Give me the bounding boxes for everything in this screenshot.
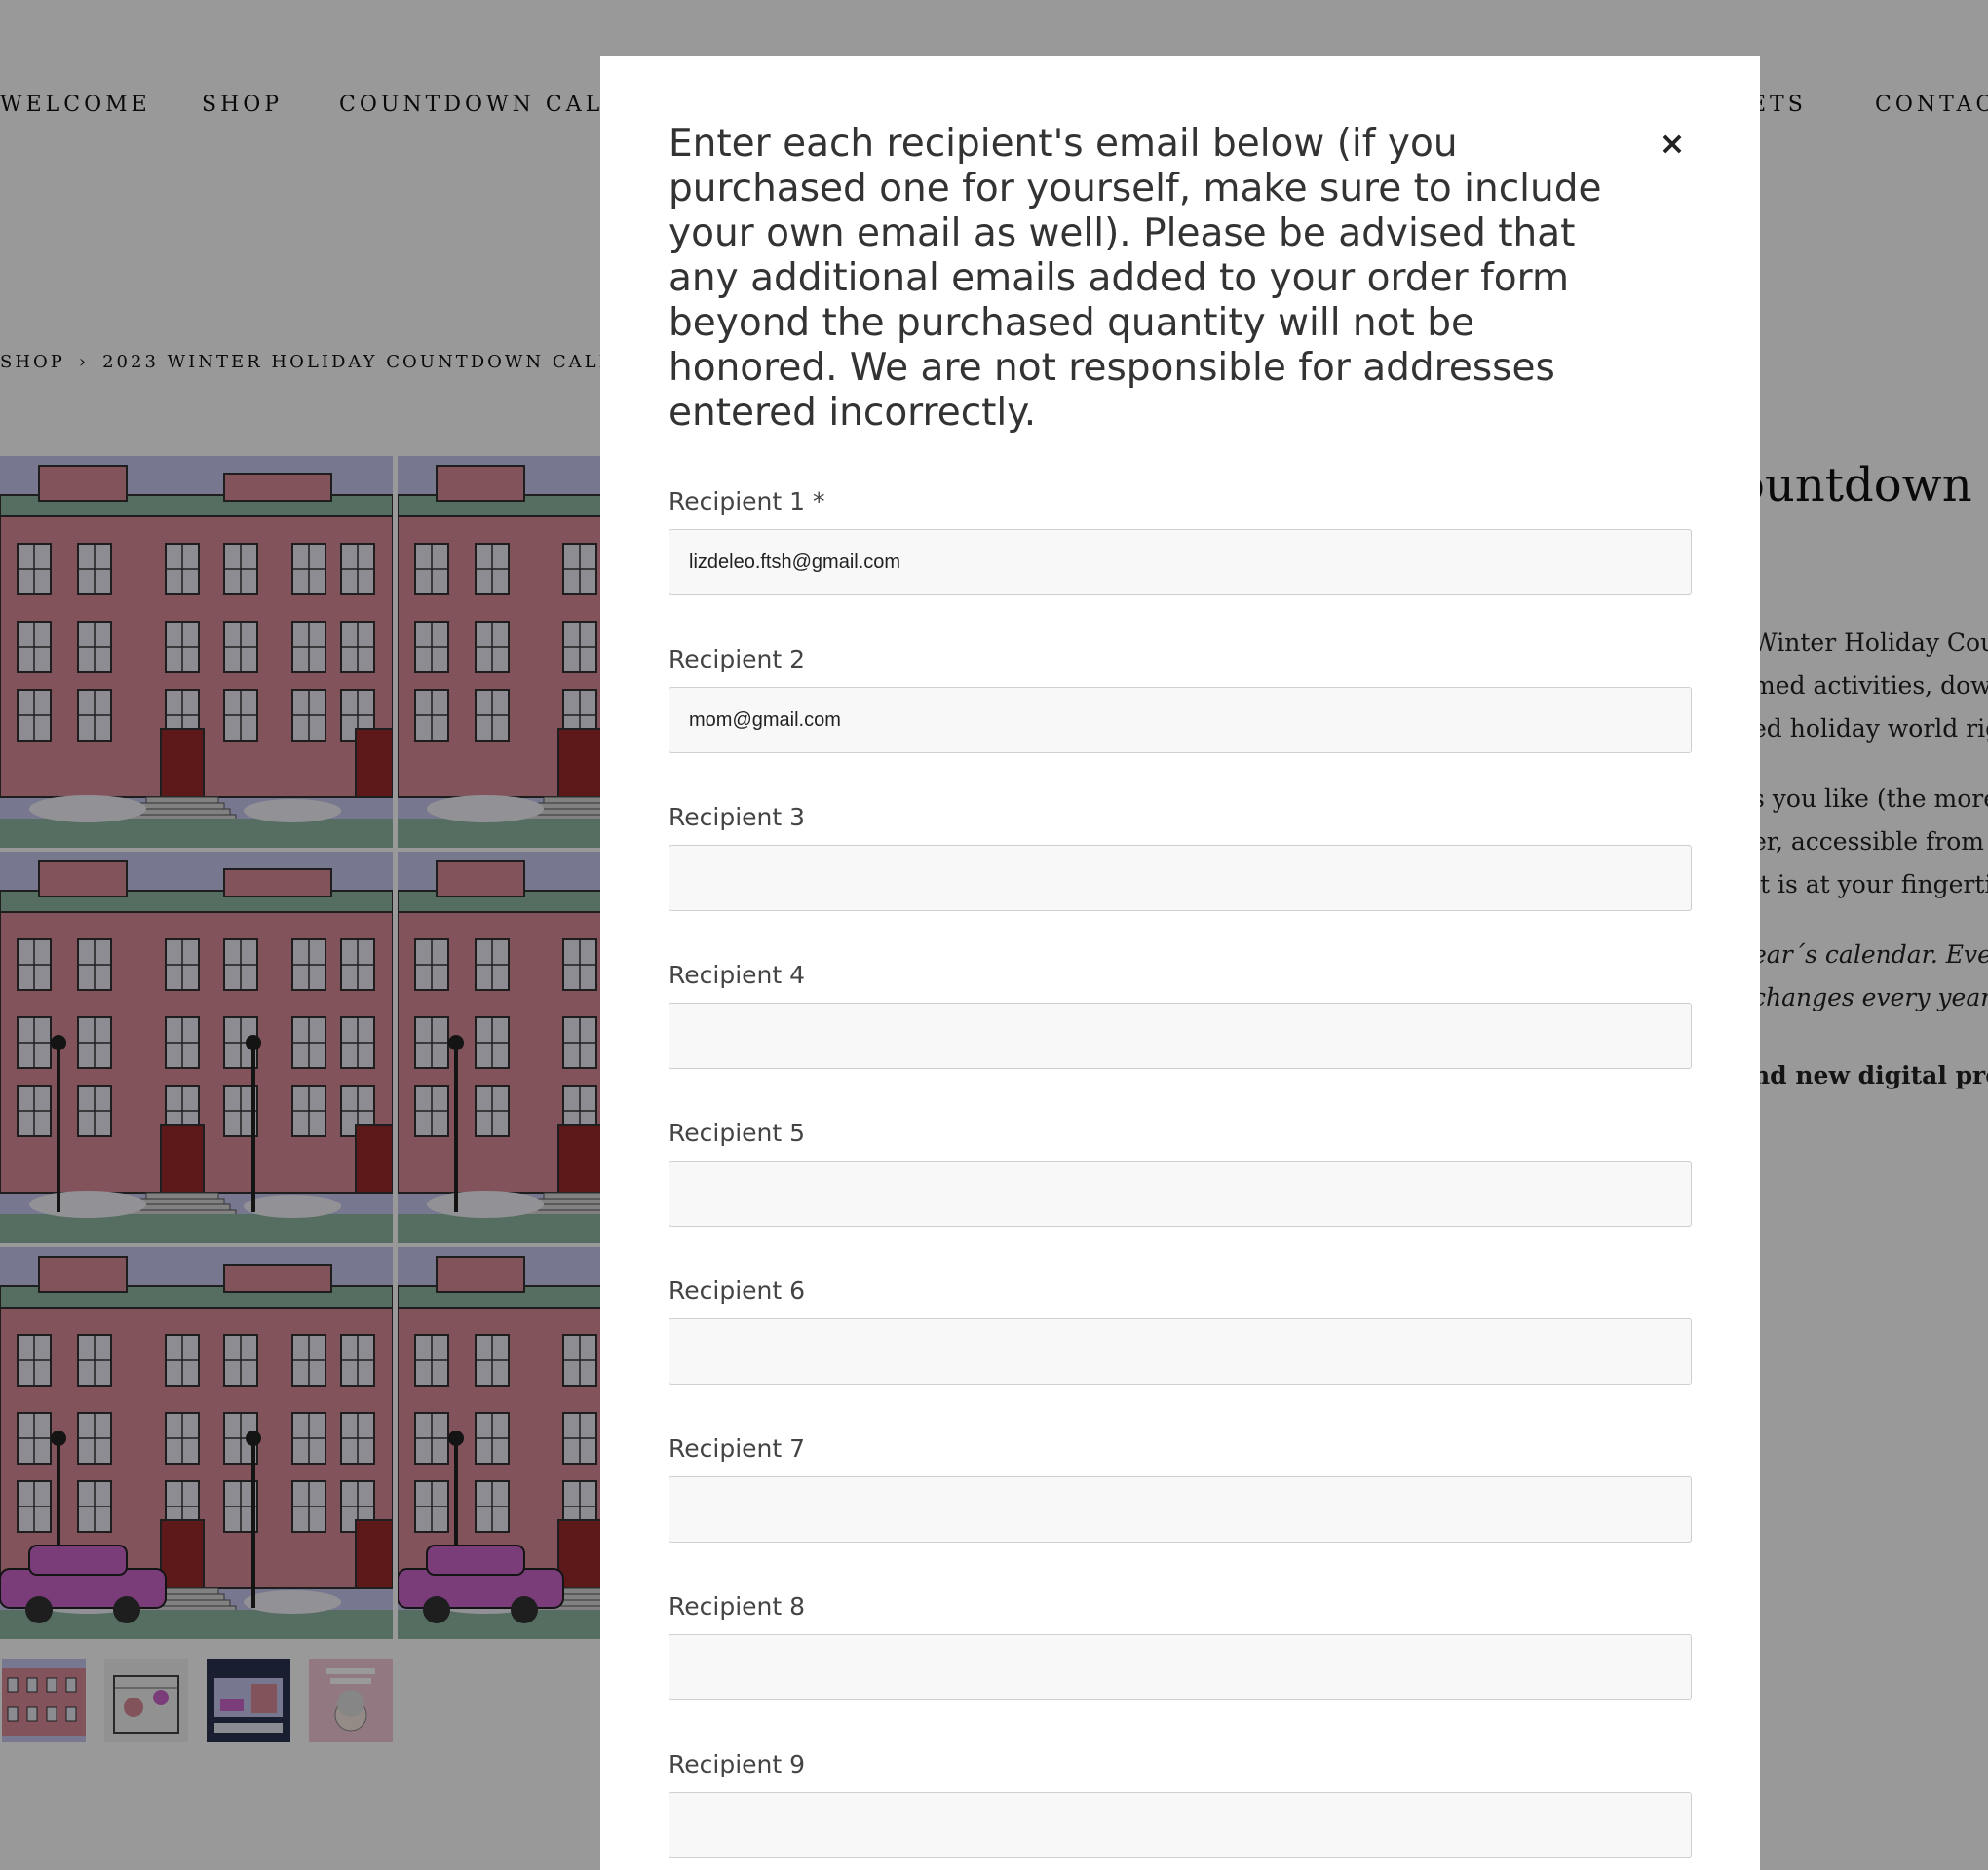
- recipient-5-label: Recipient 5: [669, 1119, 806, 1147]
- recipient-1-label: Recipient 1 *: [669, 487, 825, 515]
- page: WELCOME SHOP COUNTDOWN CALEN ETS CONTACT…: [0, 0, 1988, 1870]
- modal-instructions: Enter each recipient's email below (if y…: [669, 122, 1602, 435]
- recipient-2-input[interactable]: [669, 687, 1692, 753]
- recipient-8-label: Recipient 8: [669, 1592, 806, 1621]
- recipient-6-label: Recipient 6: [669, 1277, 806, 1305]
- close-icon[interactable]: ×: [1653, 124, 1692, 163]
- recipient-9-input[interactable]: [669, 1792, 1692, 1858]
- recipient-7-input[interactable]: [669, 1476, 1692, 1543]
- recipient-7-label: Recipient 7: [669, 1434, 806, 1463]
- recipient-2-label: Recipient 2: [669, 645, 806, 673]
- recipient-6-input[interactable]: [669, 1318, 1692, 1385]
- recipient-5-input[interactable]: [669, 1161, 1692, 1227]
- recipient-3-label: Recipient 3: [669, 803, 806, 831]
- recipients-modal: Enter each recipient's email below (if y…: [600, 56, 1760, 1870]
- recipient-8-input[interactable]: [669, 1634, 1692, 1700]
- recipient-9-label: Recipient 9: [669, 1750, 806, 1778]
- recipient-4-label: Recipient 4: [669, 961, 806, 989]
- recipient-3-input[interactable]: [669, 845, 1692, 911]
- recipient-1-input[interactable]: [669, 529, 1692, 595]
- recipient-4-input[interactable]: [669, 1003, 1692, 1069]
